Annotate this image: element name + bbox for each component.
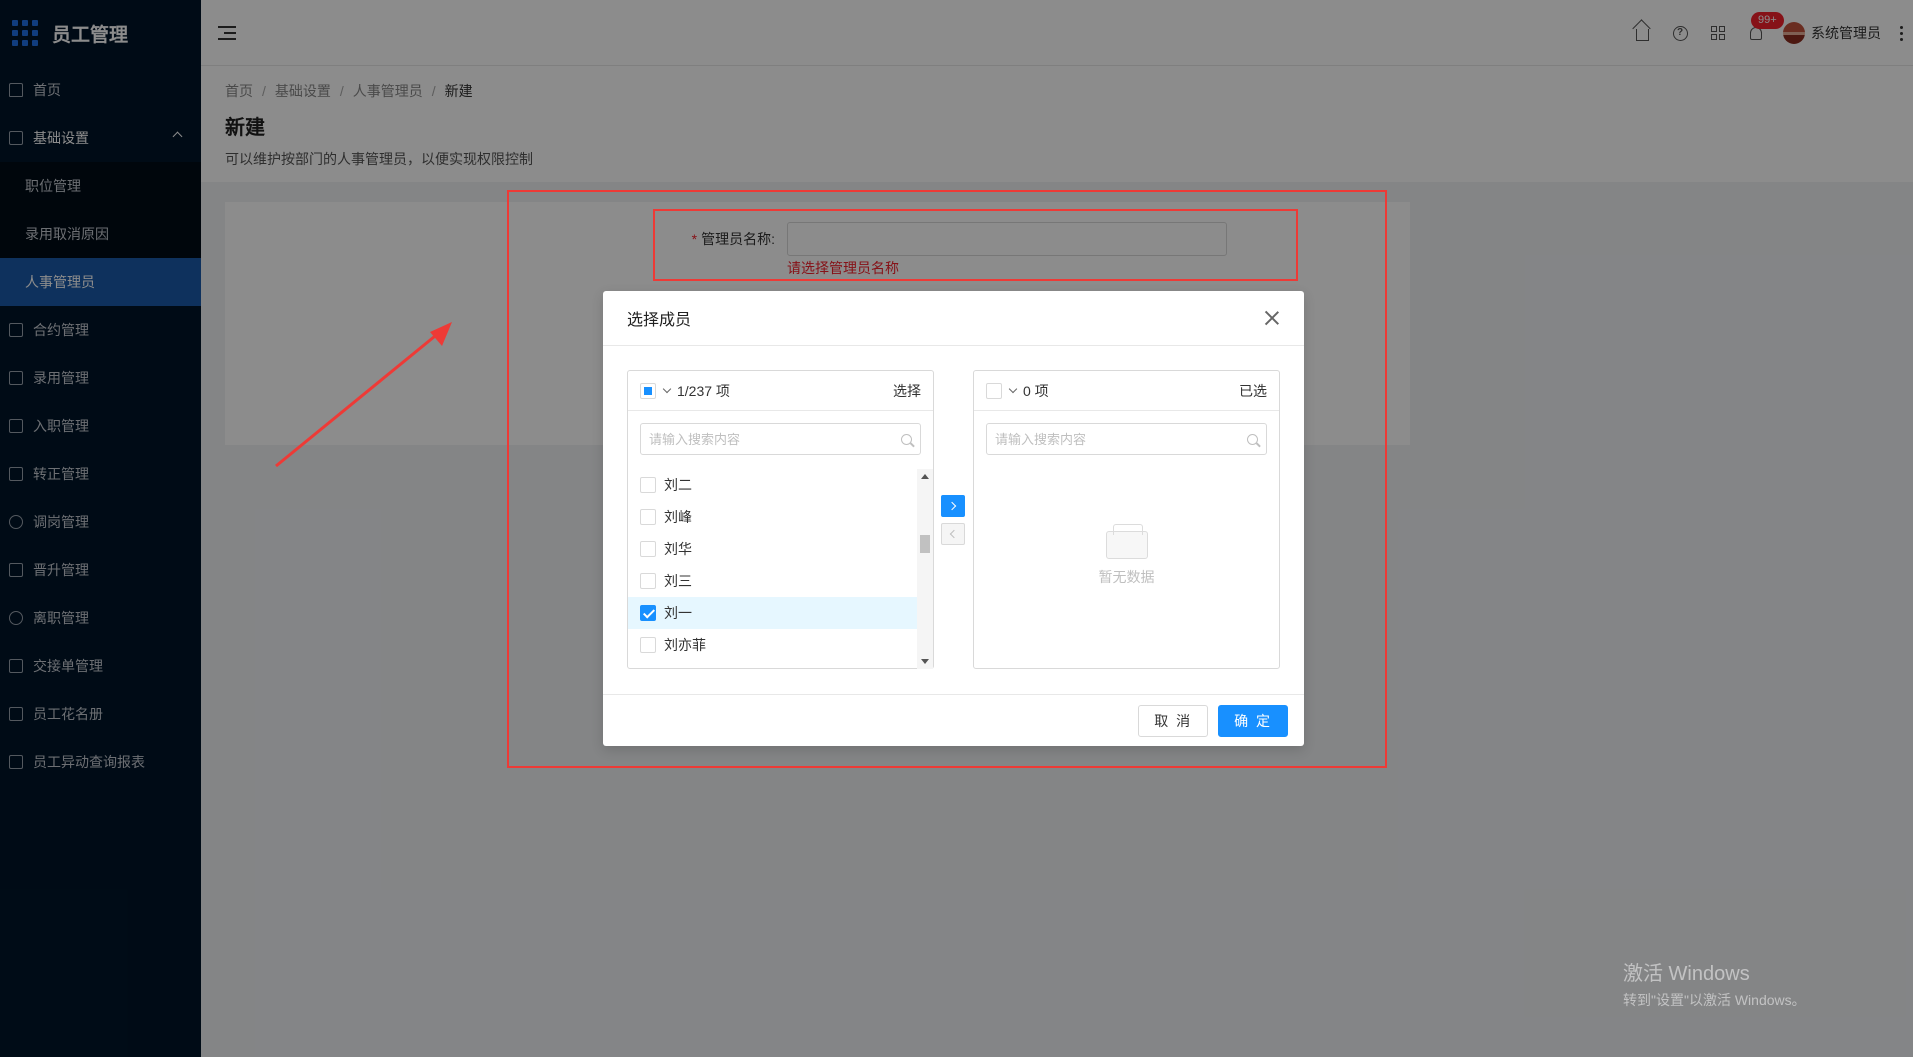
windows-watermark: 激活 Windows 转到"设置"以激活 Windows。	[1623, 957, 1806, 1010]
watermark-line2: 转到"设置"以激活 Windows。	[1623, 992, 1806, 1008]
watermark-line1: 激活 Windows	[1623, 963, 1750, 985]
annotation-arrow-icon	[275, 322, 452, 468]
annotation-box-field	[653, 209, 1298, 281]
